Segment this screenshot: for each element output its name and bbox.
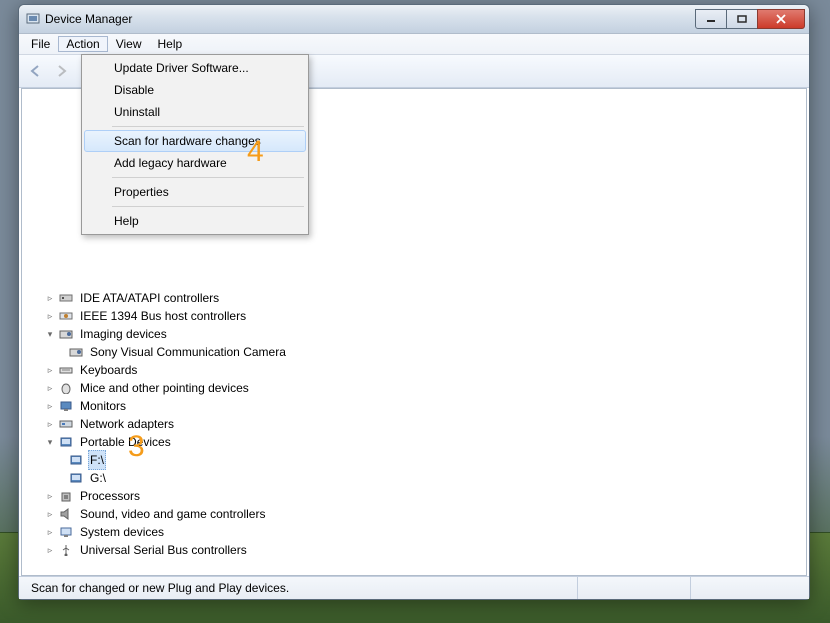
minimize-button[interactable] bbox=[695, 9, 727, 29]
menu-separator bbox=[112, 126, 304, 127]
device-manager-window: Device Manager File Action View Help bbox=[18, 4, 810, 600]
tree-node-ide[interactable]: ▹ IDE ATA/ATAPI controllers bbox=[26, 289, 806, 307]
tree-node-drive-f[interactable]: F:\ bbox=[26, 451, 806, 469]
app-icon bbox=[25, 11, 41, 27]
menu-disable[interactable]: Disable bbox=[84, 79, 306, 101]
keyboard-icon bbox=[58, 363, 74, 377]
menu-file[interactable]: File bbox=[23, 36, 58, 52]
collapsed-icon[interactable]: ▹ bbox=[44, 310, 56, 322]
drive-icon bbox=[68, 453, 84, 467]
network-icon bbox=[58, 417, 74, 431]
tree-node-usb[interactable]: ▹ Universal Serial Bus controllers bbox=[26, 541, 806, 559]
maximize-button[interactable] bbox=[726, 9, 758, 29]
menu-separator bbox=[112, 206, 304, 207]
drive-icon bbox=[68, 471, 84, 485]
menu-scan-hardware[interactable]: Scan for hardware changes bbox=[84, 130, 306, 152]
window-title: Device Manager bbox=[45, 12, 696, 26]
expanded-icon[interactable]: ▾ bbox=[44, 328, 56, 340]
expanded-icon[interactable]: ▾ bbox=[44, 436, 56, 448]
tree-node-monitors[interactable]: ▹ Monitors bbox=[26, 397, 806, 415]
menu-properties[interactable]: Properties bbox=[84, 181, 306, 203]
titlebar[interactable]: Device Manager bbox=[19, 5, 809, 34]
tree-node-imaging-camera[interactable]: Sony Visual Communication Camera bbox=[26, 343, 806, 361]
menu-help[interactable]: Help bbox=[150, 36, 191, 52]
selected-node: F:\ bbox=[88, 450, 106, 470]
imaging-icon bbox=[58, 327, 74, 341]
tree-node-sound[interactable]: ▹ Sound, video and game controllers bbox=[26, 505, 806, 523]
tree-node-system[interactable]: ▹ System devices bbox=[26, 523, 806, 541]
tree-node-portable[interactable]: ▾ Portable Devices bbox=[26, 433, 806, 451]
forward-button[interactable] bbox=[51, 60, 73, 82]
status-text: Scan for changed or new Plug and Play de… bbox=[25, 577, 578, 599]
collapsed-icon[interactable]: ▹ bbox=[44, 508, 56, 520]
tree-node-processors[interactable]: ▹ Processors bbox=[26, 487, 806, 505]
collapsed-icon[interactable]: ▹ bbox=[44, 490, 56, 502]
tree-node-network[interactable]: ▹ Network adapters bbox=[26, 415, 806, 433]
controller-icon bbox=[58, 291, 74, 305]
status-cell-3 bbox=[691, 577, 803, 599]
tree-node-mice[interactable]: ▹ Mice and other pointing devices bbox=[26, 379, 806, 397]
menubar: File Action View Help bbox=[19, 34, 809, 55]
back-button[interactable] bbox=[25, 60, 47, 82]
monitor-icon bbox=[58, 399, 74, 413]
collapsed-icon[interactable]: ▹ bbox=[44, 544, 56, 556]
menu-update-driver[interactable]: Update Driver Software... bbox=[84, 57, 306, 79]
collapsed-icon[interactable]: ▹ bbox=[44, 364, 56, 376]
menu-view[interactable]: View bbox=[108, 36, 150, 52]
portable-icon bbox=[58, 435, 74, 449]
collapsed-icon[interactable]: ▹ bbox=[44, 418, 56, 430]
collapsed-icon[interactable]: ▹ bbox=[44, 400, 56, 412]
collapsed-icon[interactable]: ▹ bbox=[44, 526, 56, 538]
collapsed-icon[interactable]: ▹ bbox=[44, 292, 56, 304]
system-icon bbox=[58, 525, 74, 539]
collapsed-icon[interactable]: ▹ bbox=[44, 382, 56, 394]
statusbar: Scan for changed or new Plug and Play de… bbox=[19, 576, 809, 599]
close-button[interactable] bbox=[757, 9, 805, 29]
menu-help-item[interactable]: Help bbox=[84, 210, 306, 232]
menu-add-legacy[interactable]: Add legacy hardware bbox=[84, 152, 306, 174]
tree-node-drive-g[interactable]: G:\ bbox=[26, 469, 806, 487]
menu-separator bbox=[112, 177, 304, 178]
mouse-icon bbox=[58, 381, 74, 395]
action-menu-dropdown: Update Driver Software... Disable Uninst… bbox=[81, 54, 309, 235]
sound-icon bbox=[58, 507, 74, 521]
processor-icon bbox=[58, 489, 74, 503]
menu-action[interactable]: Action bbox=[58, 36, 107, 52]
usb-icon bbox=[58, 543, 74, 557]
menu-uninstall[interactable]: Uninstall bbox=[84, 101, 306, 123]
tree-node-ieee[interactable]: ▹ IEEE 1394 Bus host controllers bbox=[26, 307, 806, 325]
ieee-icon bbox=[58, 309, 74, 323]
status-cell-2 bbox=[578, 577, 691, 599]
camera-icon bbox=[68, 345, 84, 359]
tree-node-imaging[interactable]: ▾ Imaging devices bbox=[26, 325, 806, 343]
tree-node-keyboards[interactable]: ▹ Keyboards bbox=[26, 361, 806, 379]
